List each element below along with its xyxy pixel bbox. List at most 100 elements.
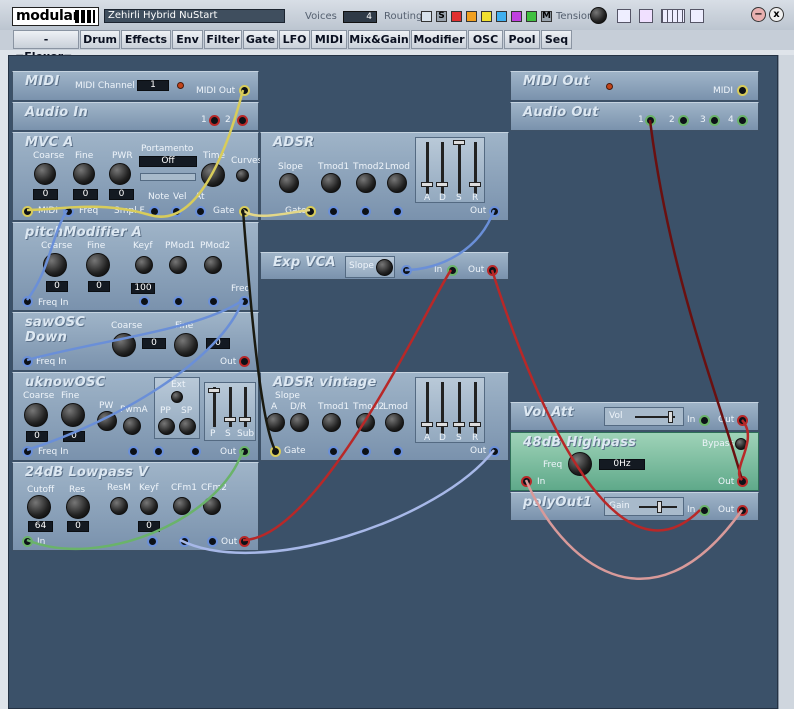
- cv-in-jack[interactable]: [401, 265, 412, 276]
- gate-in-jack[interactable]: [305, 206, 316, 217]
- module-highpass[interactable]: 48dB Highpass Bypass Freq 0Hz In Out: [510, 432, 759, 491]
- res-knob[interactable]: [66, 495, 90, 519]
- pp-jack[interactable]: [153, 446, 164, 457]
- note-jack[interactable]: [171, 206, 182, 217]
- tmod2-jack[interactable]: [360, 446, 371, 457]
- curves-knob[interactable]: [236, 169, 249, 182]
- lmod-knob[interactable]: [385, 413, 404, 432]
- slope-control[interactable]: Slope: [345, 256, 395, 278]
- fine-knob[interactable]: [86, 253, 110, 277]
- pw-jack[interactable]: [128, 446, 139, 457]
- bypass-button[interactable]: [735, 438, 747, 450]
- sustain-slider[interactable]: [453, 422, 465, 427]
- audio-out-3-jack[interactable]: [709, 115, 720, 126]
- audio-out-2-jack[interactable]: [678, 115, 689, 126]
- pw-knob[interactable]: [97, 411, 117, 431]
- attack-slider[interactable]: [421, 182, 433, 187]
- keyf-jack[interactable]: [147, 536, 158, 547]
- freq-out-jack[interactable]: [239, 296, 250, 307]
- keyf-knob[interactable]: [135, 256, 153, 274]
- lmod-jack[interactable]: [392, 446, 403, 457]
- in-jack[interactable]: [521, 476, 532, 487]
- sp-jack[interactable]: [190, 446, 201, 457]
- tab-modifier[interactable]: Modifier: [411, 30, 467, 49]
- tmod1-jack[interactable]: [328, 446, 339, 457]
- lmod-knob[interactable]: [387, 173, 407, 193]
- tab-seq[interactable]: Seq: [541, 30, 572, 49]
- in-jack[interactable]: [447, 265, 458, 276]
- font-icon[interactable]: [639, 9, 653, 23]
- solo-button[interactable]: S: [436, 11, 447, 22]
- module-saw-osc[interactable]: sawOSC Down Coarse Fine 0 0 Freq In Out: [12, 312, 259, 371]
- slope-knob[interactable]: [376, 259, 393, 276]
- keyf-knob[interactable]: [140, 497, 158, 515]
- coarse-knob[interactable]: [43, 253, 67, 277]
- out-jack[interactable]: [487, 265, 498, 276]
- adsr-sliders[interactable]: A D S R: [415, 137, 485, 203]
- vel-jack[interactable]: [195, 206, 206, 217]
- module-audio-in[interactable]: Audio In 1 2: [12, 102, 259, 131]
- tab-filter[interactable]: Filter: [204, 30, 242, 49]
- freq-in-jack[interactable]: [22, 446, 33, 457]
- fine-knob[interactable]: [61, 403, 85, 427]
- midi-in-jack[interactable]: [22, 206, 33, 217]
- save-icon[interactable]: [617, 9, 631, 23]
- tab-effects[interactable]: Effects: [121, 30, 171, 49]
- pmod2-knob[interactable]: [204, 256, 222, 274]
- color-red[interactable]: [451, 11, 462, 22]
- tab-flexor[interactable]: -=Flexor=-: [13, 30, 79, 63]
- tmod2-jack[interactable]: [360, 206, 371, 217]
- portamento-mode[interactable]: Off: [139, 156, 197, 167]
- audio-in-1-jack[interactable]: [209, 115, 220, 126]
- decay-slider[interactable]: [436, 182, 448, 187]
- gain-slider[interactable]: Gain: [604, 497, 684, 516]
- module-pitch-modifier[interactable]: pitchModifier A Coarse Fine Keyf PMod1 P…: [12, 222, 259, 311]
- resm-knob[interactable]: [110, 497, 128, 515]
- module-vol-att[interactable]: Vol Att Vol In Out: [510, 402, 759, 431]
- s-slider[interactable]: [224, 417, 236, 422]
- gate-in-jack[interactable]: [270, 446, 281, 457]
- time-knob[interactable]: [201, 163, 225, 187]
- coarse-knob[interactable]: [34, 163, 56, 185]
- close-button[interactable]: x: [769, 7, 784, 22]
- a-curve-knob[interactable]: [266, 413, 285, 432]
- tab-osc[interactable]: OSC: [468, 30, 503, 49]
- out-jack[interactable]: [239, 446, 250, 457]
- pwr-knob[interactable]: [109, 163, 131, 185]
- module-adsr[interactable]: ADSR Slope Tmod1 Tmod2 Lmod A D S R Gate…: [260, 132, 509, 221]
- in-jack[interactable]: [699, 505, 710, 516]
- midi-channel-value[interactable]: 1: [137, 80, 169, 91]
- pmod1-jack[interactable]: [173, 296, 184, 307]
- vol-slider[interactable]: Vol: [604, 407, 684, 426]
- freq-in-jack[interactable]: [22, 296, 33, 307]
- tmod1-knob[interactable]: [321, 173, 341, 193]
- pmod2-jack[interactable]: [208, 296, 219, 307]
- sustain-slider[interactable]: [453, 140, 465, 145]
- cfm2-knob[interactable]: [203, 497, 221, 515]
- tmod2-knob[interactable]: [356, 173, 376, 193]
- color-cyan[interactable]: [496, 11, 507, 22]
- pwma-knob[interactable]: [123, 417, 141, 435]
- module-uknow-osc[interactable]: uknowOSC Coarse Fine PW PwmA Ext PP SP P…: [12, 372, 259, 461]
- vol-thumb[interactable]: [668, 411, 673, 423]
- audio-out-1-jack[interactable]: [645, 115, 656, 126]
- out-jack[interactable]: [239, 356, 250, 367]
- module-midi-out[interactable]: MIDI Out MIDI: [510, 71, 759, 101]
- out-jack[interactable]: [737, 415, 748, 426]
- freq-jack[interactable]: [63, 206, 74, 217]
- mute-button[interactable]: M: [541, 11, 552, 22]
- portamento-slider[interactable]: [140, 173, 196, 181]
- adsr-vintage-sliders[interactable]: A D S R: [415, 377, 485, 443]
- dr-curve-knob[interactable]: [290, 413, 309, 432]
- out-jack[interactable]: [239, 536, 250, 547]
- cutoff-knob[interactable]: [27, 495, 51, 519]
- release-slider[interactable]: [469, 422, 481, 427]
- minimize-button[interactable]: −: [751, 7, 766, 22]
- coarse-knob[interactable]: [24, 403, 48, 427]
- tmod2-knob[interactable]: [356, 413, 375, 432]
- tab-midi[interactable]: MIDI: [311, 30, 347, 49]
- ext-knob[interactable]: [171, 391, 183, 403]
- tab-gate[interactable]: Gate: [243, 30, 278, 49]
- keyf-jack[interactable]: [139, 296, 150, 307]
- in-jack[interactable]: [699, 415, 710, 426]
